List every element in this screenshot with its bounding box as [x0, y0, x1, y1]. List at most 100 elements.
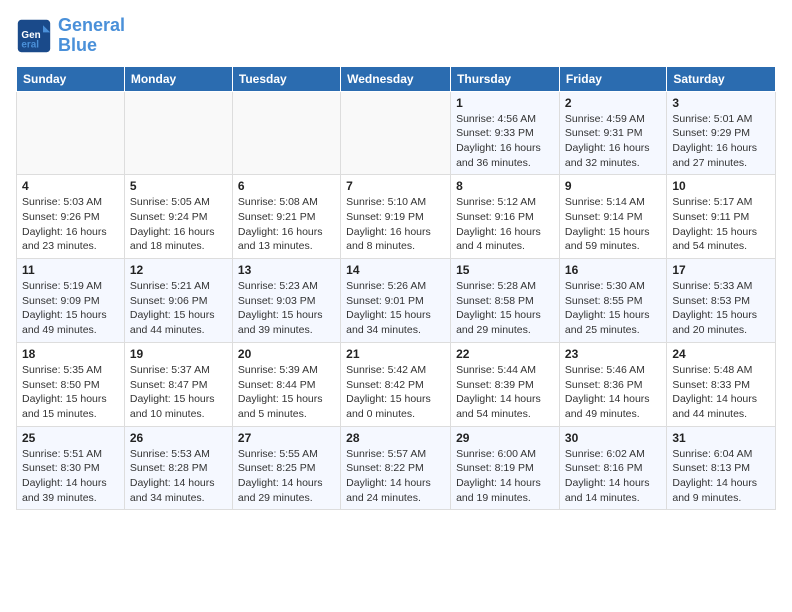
- calendar-cell: 2Sunrise: 4:59 AM Sunset: 9:31 PM Daylig…: [559, 91, 666, 175]
- day-number: 3: [672, 96, 770, 110]
- logo-icon: Gen eral: [16, 18, 52, 54]
- calendar-cell: 28Sunrise: 5:57 AM Sunset: 8:22 PM Dayli…: [341, 426, 451, 510]
- calendar-week-row: 4 Sunrise: 5:03 AM Sunset: 9:26 PM Daylig…: [17, 175, 776, 259]
- calendar-cell: 4 Sunrise: 5:03 AM Sunset: 9:26 PM Daylig…: [17, 175, 125, 259]
- day-number: 19: [130, 347, 227, 361]
- calendar-cell: 15 Sunrise: 5:28 AM Sunset: 8:58 PM Dayli…: [451, 259, 560, 343]
- day-number: 11: [22, 263, 119, 277]
- day-info: Sunrise: 5:53 AM Sunset: 8:28 PM Dayligh…: [130, 447, 227, 506]
- day-number: 10: [672, 179, 770, 193]
- day-info: Sunrise: 5:51 AM Sunset: 8:30 PM Dayligh…: [22, 447, 119, 506]
- calendar-cell: 7 Sunrise: 5:10 AM Sunset: 9:19 PM Daylig…: [341, 175, 451, 259]
- day-info: Sunrise: 5:37 AM Sunset: 8:47 PM Dayligh…: [130, 363, 227, 422]
- day-header-thursday: Thursday: [451, 66, 560, 91]
- day-number: 12: [130, 263, 227, 277]
- day-info: Sunrise: 5:17 AM Sunset: 9:11 PM Dayligh…: [672, 195, 770, 254]
- calendar-cell: 25 Sunrise: 5:51 AM Sunset: 8:30 PM Dayli…: [17, 426, 125, 510]
- calendar-cell: 3 Sunrise: 5:01 AM Sunset: 9:29 PM Daylig…: [667, 91, 776, 175]
- day-info: Sunrise: 5:48 AM Sunset: 8:33 PM Dayligh…: [672, 363, 770, 422]
- day-info: Sunrise: 5:39 AM Sunset: 8:44 PM Dayligh…: [238, 363, 335, 422]
- calendar-cell: 17Sunrise: 5:33 AM Sunset: 8:53 PM Dayli…: [667, 259, 776, 343]
- day-info: Sunrise: 5:14 AM Sunset: 9:14 PM Dayligh…: [565, 195, 661, 254]
- calendar-table: SundayMondayTuesdayWednesdayThursdayFrid…: [16, 66, 776, 511]
- day-header-sunday: Sunday: [17, 66, 125, 91]
- calendar-cell: 24Sunrise: 5:48 AM Sunset: 8:33 PM Dayli…: [667, 342, 776, 426]
- day-info: Sunrise: 5:05 AM Sunset: 9:24 PM Dayligh…: [130, 195, 227, 254]
- day-header-friday: Friday: [559, 66, 666, 91]
- day-number: 7: [346, 179, 445, 193]
- day-number: 13: [238, 263, 335, 277]
- day-info: Sunrise: 5:23 AM Sunset: 9:03 PM Dayligh…: [238, 279, 335, 338]
- calendar-cell: [17, 91, 125, 175]
- calendar-cell: 23Sunrise: 5:46 AM Sunset: 8:36 PM Dayli…: [559, 342, 666, 426]
- day-info: Sunrise: 5:30 AM Sunset: 8:55 PM Dayligh…: [565, 279, 661, 338]
- day-info: Sunrise: 5:33 AM Sunset: 8:53 PM Dayligh…: [672, 279, 770, 338]
- day-info: Sunrise: 5:28 AM Sunset: 8:58 PM Dayligh…: [456, 279, 554, 338]
- day-info: Sunrise: 6:04 AM Sunset: 8:13 PM Dayligh…: [672, 447, 770, 506]
- calendar-week-row: 25 Sunrise: 5:51 AM Sunset: 8:30 PM Dayli…: [17, 426, 776, 510]
- calendar-cell: 19 Sunrise: 5:37 AM Sunset: 8:47 PM Dayli…: [124, 342, 232, 426]
- calendar-cell: 8 Sunrise: 5:12 AM Sunset: 9:16 PM Daylig…: [451, 175, 560, 259]
- day-number: 2: [565, 96, 661, 110]
- calendar-cell: 6 Sunrise: 5:08 AM Sunset: 9:21 PM Daylig…: [232, 175, 340, 259]
- day-number: 26: [130, 431, 227, 445]
- calendar-cell: [232, 91, 340, 175]
- day-info: Sunrise: 5:21 AM Sunset: 9:06 PM Dayligh…: [130, 279, 227, 338]
- calendar-week-row: 11 Sunrise: 5:19 AM Sunset: 9:09 PM Dayli…: [17, 259, 776, 343]
- calendar-cell: 16 Sunrise: 5:30 AM Sunset: 8:55 PM Dayli…: [559, 259, 666, 343]
- calendar-week-row: 18 Sunrise: 5:35 AM Sunset: 8:50 PM Dayli…: [17, 342, 776, 426]
- calendar-cell: 13 Sunrise: 5:23 AM Sunset: 9:03 PM Dayli…: [232, 259, 340, 343]
- calendar-cell: 21Sunrise: 5:42 AM Sunset: 8:42 PM Dayli…: [341, 342, 451, 426]
- day-info: Sunrise: 5:55 AM Sunset: 8:25 PM Dayligh…: [238, 447, 335, 506]
- calendar-cell: 14 Sunrise: 5:26 AM Sunset: 9:01 PM Dayli…: [341, 259, 451, 343]
- day-info: Sunrise: 5:26 AM Sunset: 9:01 PM Dayligh…: [346, 279, 445, 338]
- day-info: Sunrise: 5:44 AM Sunset: 8:39 PM Dayligh…: [456, 363, 554, 422]
- day-info: Sunrise: 5:08 AM Sunset: 9:21 PM Dayligh…: [238, 195, 335, 254]
- day-number: 25: [22, 431, 119, 445]
- day-number: 18: [22, 347, 119, 361]
- calendar-cell: 9 Sunrise: 5:14 AM Sunset: 9:14 PM Daylig…: [559, 175, 666, 259]
- day-number: 9: [565, 179, 661, 193]
- day-number: 27: [238, 431, 335, 445]
- calendar-cell: 30 Sunrise: 6:02 AM Sunset: 8:16 PM Dayli…: [559, 426, 666, 510]
- calendar-header-row: SundayMondayTuesdayWednesdayThursdayFrid…: [17, 66, 776, 91]
- day-info: Sunrise: 5:12 AM Sunset: 9:16 PM Dayligh…: [456, 195, 554, 254]
- day-number: 30: [565, 431, 661, 445]
- day-header-wednesday: Wednesday: [341, 66, 451, 91]
- calendar-cell: 1 Sunrise: 4:56 AM Sunset: 9:33 PM Daylig…: [451, 91, 560, 175]
- header: Gen eral GeneralBlue: [16, 16, 776, 56]
- day-info: Sunrise: 5:19 AM Sunset: 9:09 PM Dayligh…: [22, 279, 119, 338]
- day-number: 4: [22, 179, 119, 193]
- calendar-cell: 31 Sunrise: 6:04 AM Sunset: 8:13 PM Dayli…: [667, 426, 776, 510]
- day-number: 16: [565, 263, 661, 277]
- calendar-cell: [341, 91, 451, 175]
- day-number: 29: [456, 431, 554, 445]
- calendar-cell: 18 Sunrise: 5:35 AM Sunset: 8:50 PM Dayli…: [17, 342, 125, 426]
- day-number: 8: [456, 179, 554, 193]
- day-info: Sunrise: 5:01 AM Sunset: 9:29 PM Dayligh…: [672, 112, 770, 171]
- day-info: Sunrise: 6:00 AM Sunset: 8:19 PM Dayligh…: [456, 447, 554, 506]
- calendar-cell: 20 Sunrise: 5:39 AM Sunset: 8:44 PM Dayli…: [232, 342, 340, 426]
- calendar-week-row: 1 Sunrise: 4:56 AM Sunset: 9:33 PM Daylig…: [17, 91, 776, 175]
- day-info: Sunrise: 5:35 AM Sunset: 8:50 PM Dayligh…: [22, 363, 119, 422]
- day-number: 20: [238, 347, 335, 361]
- calendar-cell: 5Sunrise: 5:05 AM Sunset: 9:24 PM Daylig…: [124, 175, 232, 259]
- day-info: Sunrise: 5:03 AM Sunset: 9:26 PM Dayligh…: [22, 195, 119, 254]
- day-number: 6: [238, 179, 335, 193]
- day-number: 1: [456, 96, 554, 110]
- logo-text: GeneralBlue: [58, 16, 125, 56]
- day-number: 31: [672, 431, 770, 445]
- calendar-cell: 12 Sunrise: 5:21 AM Sunset: 9:06 PM Dayli…: [124, 259, 232, 343]
- calendar-cell: 29 Sunrise: 6:00 AM Sunset: 8:19 PM Dayli…: [451, 426, 560, 510]
- day-number: 15: [456, 263, 554, 277]
- calendar-cell: 22Sunrise: 5:44 AM Sunset: 8:39 PM Dayli…: [451, 342, 560, 426]
- day-info: Sunrise: 6:02 AM Sunset: 8:16 PM Dayligh…: [565, 447, 661, 506]
- day-info: Sunrise: 4:56 AM Sunset: 9:33 PM Dayligh…: [456, 112, 554, 171]
- svg-text:eral: eral: [21, 39, 39, 50]
- day-info: Sunrise: 5:46 AM Sunset: 8:36 PM Dayligh…: [565, 363, 661, 422]
- day-number: 14: [346, 263, 445, 277]
- calendar-cell: 11 Sunrise: 5:19 AM Sunset: 9:09 PM Dayli…: [17, 259, 125, 343]
- day-info: Sunrise: 5:10 AM Sunset: 9:19 PM Dayligh…: [346, 195, 445, 254]
- day-number: 28: [346, 431, 445, 445]
- day-header-saturday: Saturday: [667, 66, 776, 91]
